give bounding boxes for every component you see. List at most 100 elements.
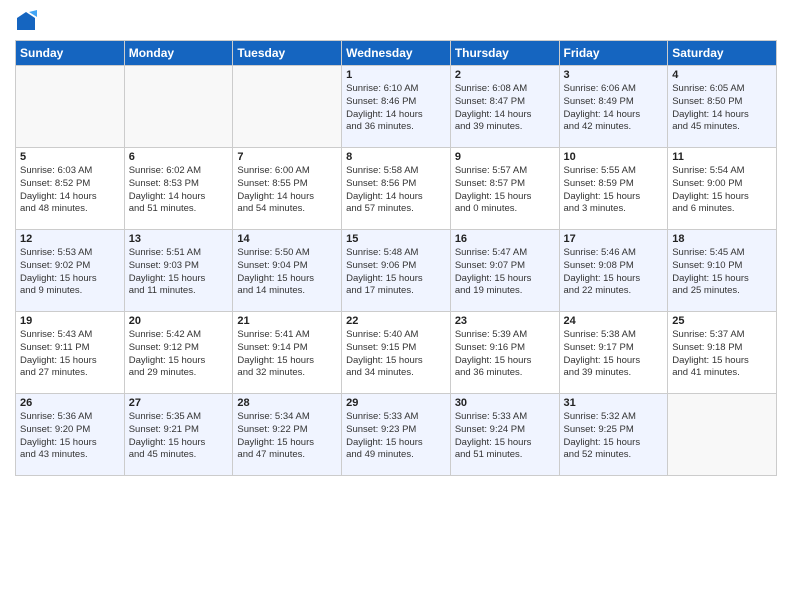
day-number: 28 xyxy=(237,397,337,409)
cell-content: Sunrise: 6:08 AM Sunset: 8:47 PM Dayligh… xyxy=(455,83,555,134)
cell-content: Sunrise: 5:41 AM Sunset: 9:14 PM Dayligh… xyxy=(237,329,337,380)
cell-content: Sunrise: 5:43 AM Sunset: 9:11 PM Dayligh… xyxy=(20,329,120,380)
day-number: 8 xyxy=(346,151,446,163)
cell-content: Sunrise: 5:33 AM Sunset: 9:24 PM Dayligh… xyxy=(455,411,555,462)
cell-content: Sunrise: 5:39 AM Sunset: 9:16 PM Dayligh… xyxy=(455,329,555,380)
calendar-cell xyxy=(233,66,342,148)
day-number: 23 xyxy=(455,315,555,327)
cell-content: Sunrise: 5:57 AM Sunset: 8:57 PM Dayligh… xyxy=(455,165,555,216)
day-number: 31 xyxy=(564,397,664,409)
day-number: 11 xyxy=(672,151,772,163)
cell-content: Sunrise: 6:02 AM Sunset: 8:53 PM Dayligh… xyxy=(129,165,229,216)
cell-content: Sunrise: 6:05 AM Sunset: 8:50 PM Dayligh… xyxy=(672,83,772,134)
day-header-monday: Monday xyxy=(124,41,233,66)
calendar-cell: 15 Sunrise: 5:48 AM Sunset: 9:06 PM Dayli… xyxy=(342,230,451,312)
day-number: 21 xyxy=(237,315,337,327)
cell-content: Sunrise: 5:46 AM Sunset: 9:08 PM Dayligh… xyxy=(564,247,664,298)
day-number: 12 xyxy=(20,233,120,245)
day-number: 5 xyxy=(20,151,120,163)
cell-content: Sunrise: 5:48 AM Sunset: 9:06 PM Dayligh… xyxy=(346,247,446,298)
cell-content: Sunrise: 5:50 AM Sunset: 9:04 PM Dayligh… xyxy=(237,247,337,298)
calendar-cell: 3 Sunrise: 6:06 AM Sunset: 8:49 PM Daylig… xyxy=(559,66,668,148)
calendar-cell xyxy=(668,394,777,476)
logo-icon xyxy=(15,10,37,32)
day-number: 24 xyxy=(564,315,664,327)
cell-content: Sunrise: 5:53 AM Sunset: 9:02 PM Dayligh… xyxy=(20,247,120,298)
calendar-cell: 11 Sunrise: 5:54 AM Sunset: 9:00 PM Dayli… xyxy=(668,148,777,230)
calendar-cell: 24 Sunrise: 5:38 AM Sunset: 9:17 PM Dayli… xyxy=(559,312,668,394)
calendar-cell: 13 Sunrise: 5:51 AM Sunset: 9:03 PM Dayli… xyxy=(124,230,233,312)
calendar-cell: 25Sunrise: 5:37 AM Sunset: 9:18 PM Dayli… xyxy=(668,312,777,394)
week-row-3: 12 Sunrise: 5:53 AM Sunset: 9:02 PM Dayli… xyxy=(16,230,777,312)
day-number: 7 xyxy=(237,151,337,163)
calendar-cell: 6Sunrise: 6:02 AM Sunset: 8:53 PM Daylig… xyxy=(124,148,233,230)
day-header-wednesday: Wednesday xyxy=(342,41,451,66)
cell-content: Sunrise: 5:34 AM Sunset: 9:22 PM Dayligh… xyxy=(237,411,337,462)
calendar-table: SundayMondayTuesdayWednesdayThursdayFrid… xyxy=(15,40,777,476)
calendar-cell: 2 Sunrise: 6:08 AM Sunset: 8:47 PM Daylig… xyxy=(450,66,559,148)
day-number: 10 xyxy=(564,151,664,163)
cell-content: Sunrise: 5:58 AM Sunset: 8:56 PM Dayligh… xyxy=(346,165,446,216)
cell-content: Sunrise: 5:38 AM Sunset: 9:17 PM Dayligh… xyxy=(564,329,664,380)
logo xyxy=(15,10,39,32)
week-row-4: 19 Sunrise: 5:43 AM Sunset: 9:11 PM Dayli… xyxy=(16,312,777,394)
day-number: 19 xyxy=(20,315,120,327)
calendar-cell xyxy=(124,66,233,148)
day-number: 1 xyxy=(346,69,446,81)
calendar-cell: 17 Sunrise: 5:46 AM Sunset: 9:08 PM Dayli… xyxy=(559,230,668,312)
day-number: 4 xyxy=(672,69,772,81)
calendar-cell: 8 Sunrise: 5:58 AM Sunset: 8:56 PM Daylig… xyxy=(342,148,451,230)
day-number: 9 xyxy=(455,151,555,163)
calendar-cell: 23 Sunrise: 5:39 AM Sunset: 9:16 PM Dayli… xyxy=(450,312,559,394)
calendar-cell xyxy=(16,66,125,148)
calendar-cell: 20 Sunrise: 5:42 AM Sunset: 9:12 PM Dayli… xyxy=(124,312,233,394)
calendar-cell: 29Sunrise: 5:33 AM Sunset: 9:23 PM Dayli… xyxy=(342,394,451,476)
calendar-cell: 16 Sunrise: 5:47 AM Sunset: 9:07 PM Dayli… xyxy=(450,230,559,312)
cell-content: Sunrise: 6:03 AM Sunset: 8:52 PM Dayligh… xyxy=(20,165,120,216)
cell-content: Sunrise: 5:33 AM Sunset: 9:23 PM Dayligh… xyxy=(346,411,446,462)
cell-content: Sunrise: 6:06 AM Sunset: 8:49 PM Dayligh… xyxy=(564,83,664,134)
day-number: 17 xyxy=(564,233,664,245)
cell-content: Sunrise: 5:36 AM Sunset: 9:20 PM Dayligh… xyxy=(20,411,120,462)
calendar-cell: 31 Sunrise: 5:32 AM Sunset: 9:25 PM Dayli… xyxy=(559,394,668,476)
page-container: SundayMondayTuesdayWednesdayThursdayFrid… xyxy=(0,0,792,486)
day-number: 30 xyxy=(455,397,555,409)
day-number: 22 xyxy=(346,315,446,327)
cell-content: Sunrise: 5:51 AM Sunset: 9:03 PM Dayligh… xyxy=(129,247,229,298)
cell-content: Sunrise: 5:54 AM Sunset: 9:00 PM Dayligh… xyxy=(672,165,772,216)
cell-content: Sunrise: 6:00 AM Sunset: 8:55 PM Dayligh… xyxy=(237,165,337,216)
day-number: 20 xyxy=(129,315,229,327)
cell-content: Sunrise: 5:45 AM Sunset: 9:10 PM Dayligh… xyxy=(672,247,772,298)
day-header-friday: Friday xyxy=(559,41,668,66)
calendar-cell: 22 Sunrise: 5:40 AM Sunset: 9:15 PM Dayli… xyxy=(342,312,451,394)
calendar-cell: 4 Sunrise: 6:05 AM Sunset: 8:50 PM Daylig… xyxy=(668,66,777,148)
day-header-tuesday: Tuesday xyxy=(233,41,342,66)
calendar-cell: 21 Sunrise: 5:41 AM Sunset: 9:14 PM Dayli… xyxy=(233,312,342,394)
day-number: 13 xyxy=(129,233,229,245)
cell-content: Sunrise: 5:32 AM Sunset: 9:25 PM Dayligh… xyxy=(564,411,664,462)
calendar-cell: 9 Sunrise: 5:57 AM Sunset: 8:57 PM Daylig… xyxy=(450,148,559,230)
calendar-cell: 5 Sunrise: 6:03 AM Sunset: 8:52 PM Daylig… xyxy=(16,148,125,230)
day-number: 15 xyxy=(346,233,446,245)
day-header-thursday: Thursday xyxy=(450,41,559,66)
day-number: 2 xyxy=(455,69,555,81)
calendar-cell: 10Sunrise: 5:55 AM Sunset: 8:59 PM Dayli… xyxy=(559,148,668,230)
day-number: 26 xyxy=(20,397,120,409)
day-number: 16 xyxy=(455,233,555,245)
day-header-sunday: Sunday xyxy=(16,41,125,66)
cell-content: Sunrise: 5:42 AM Sunset: 9:12 PM Dayligh… xyxy=(129,329,229,380)
header-row: SundayMondayTuesdayWednesdayThursdayFrid… xyxy=(16,41,777,66)
day-number: 3 xyxy=(564,69,664,81)
calendar-cell: 26 Sunrise: 5:36 AM Sunset: 9:20 PM Dayli… xyxy=(16,394,125,476)
day-number: 18 xyxy=(672,233,772,245)
cell-content: Sunrise: 5:40 AM Sunset: 9:15 PM Dayligh… xyxy=(346,329,446,380)
calendar-cell: 28 Sunrise: 5:34 AM Sunset: 9:22 PM Dayli… xyxy=(233,394,342,476)
calendar-cell: 30 Sunrise: 5:33 AM Sunset: 9:24 PM Dayli… xyxy=(450,394,559,476)
calendar-cell: 19 Sunrise: 5:43 AM Sunset: 9:11 PM Dayli… xyxy=(16,312,125,394)
day-number: 14 xyxy=(237,233,337,245)
week-row-2: 5 Sunrise: 6:03 AM Sunset: 8:52 PM Daylig… xyxy=(16,148,777,230)
header xyxy=(15,10,777,32)
cell-content: Sunrise: 5:47 AM Sunset: 9:07 PM Dayligh… xyxy=(455,247,555,298)
day-header-saturday: Saturday xyxy=(668,41,777,66)
calendar-cell: 12 Sunrise: 5:53 AM Sunset: 9:02 PM Dayli… xyxy=(16,230,125,312)
